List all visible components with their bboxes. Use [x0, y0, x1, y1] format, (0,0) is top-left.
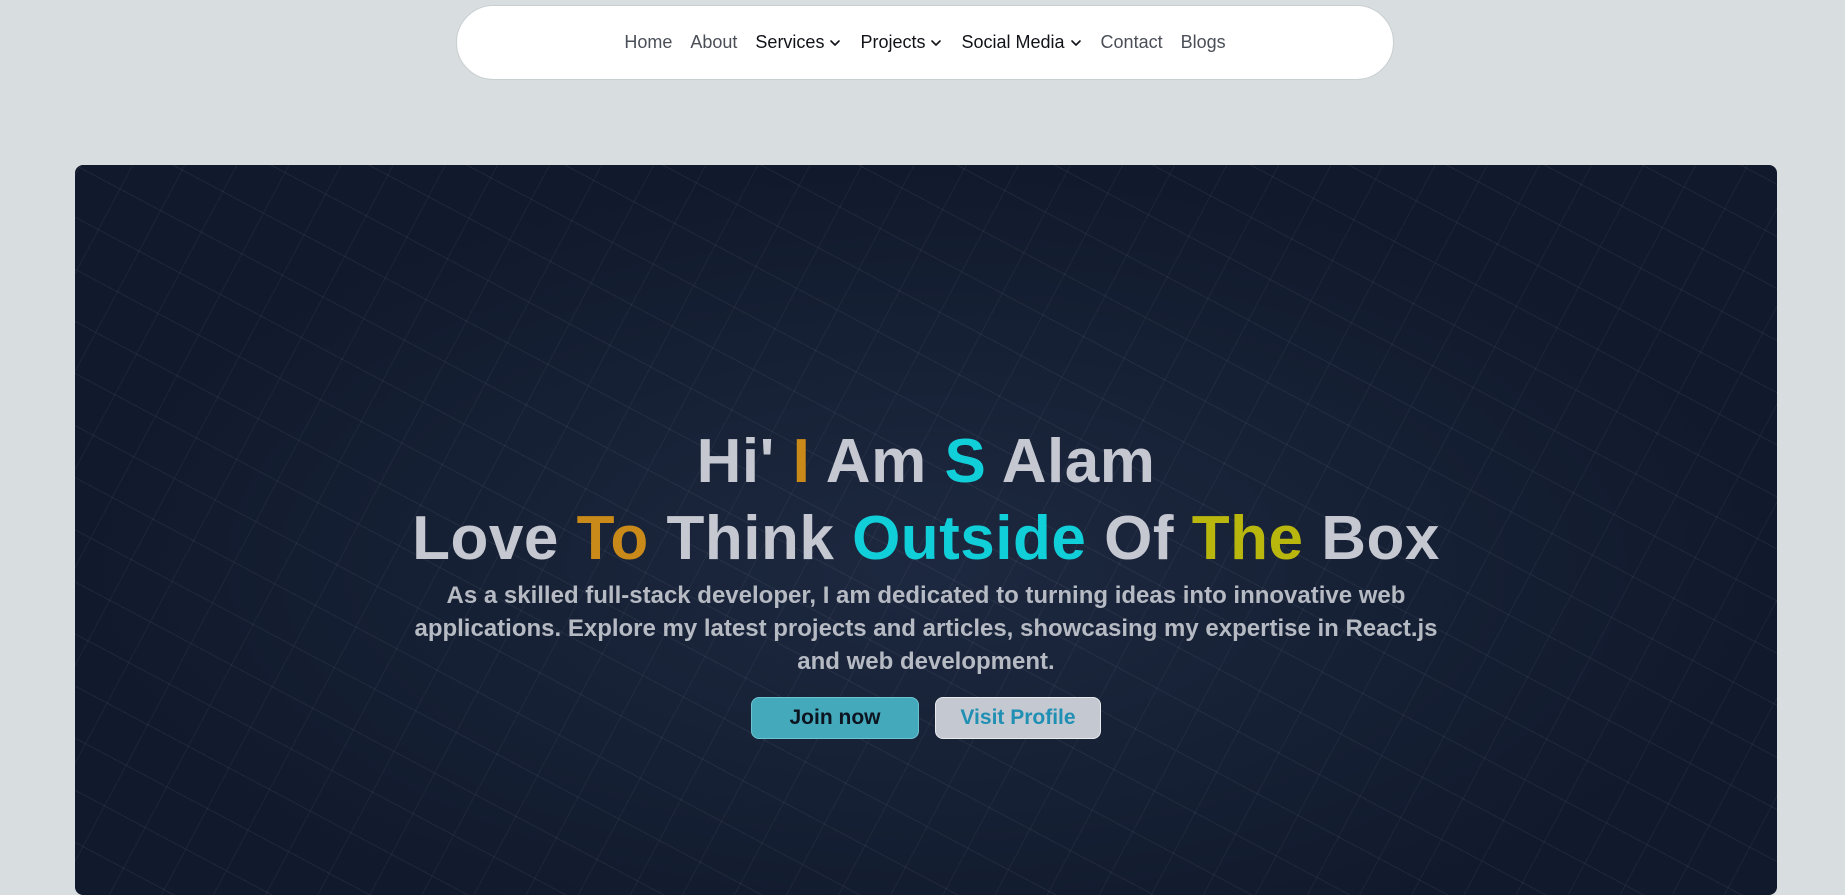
chevron-down-icon: [830, 39, 841, 46]
nav-blogs-label: Blogs: [1180, 32, 1226, 52]
nav-contact-link[interactable]: Contact: [1101, 32, 1163, 53]
nav-projects-label: Projects: [860, 32, 926, 52]
nav-services-label: Services: [755, 32, 825, 52]
headline-word-accent: I: [792, 426, 811, 496]
headline-word: Think: [666, 503, 835, 573]
hero-headline-line2: Love To Think Outside Of The Box: [75, 499, 1777, 579]
nav-social-media-label: Social Media: [961, 32, 1065, 52]
headline-word-accent: The: [1191, 503, 1304, 573]
nav-projects-dropdown[interactable]: Projects: [860, 32, 943, 53]
nav-blogs-link[interactable]: Blogs: [1181, 32, 1226, 53]
nav-home-label: Home: [624, 32, 673, 52]
headline-word: Hi': [696, 426, 775, 496]
hero-description: As a skilled full-stack developer, I am …: [414, 582, 1438, 675]
nav-about-label: About: [690, 32, 738, 52]
nav-services-dropdown[interactable]: Services: [755, 32, 842, 53]
headline-word: Of: [1104, 503, 1174, 573]
top-navbar: Home About Services Projects Social Medi…: [456, 5, 1394, 80]
chevron-down-icon: [931, 39, 942, 46]
chevron-down-icon: [1070, 39, 1081, 46]
hero-headline-line1: Hi' I Am S Alam: [75, 422, 1777, 502]
headline-word: Alam: [1001, 426, 1156, 496]
hero-section: Hi' I Am S Alam Love To Think Outside Of…: [75, 165, 1777, 895]
hero-actions: Join now Visit Profile: [75, 697, 1777, 739]
headline-word-accent: S: [944, 426, 987, 496]
visit-profile-button[interactable]: Visit Profile: [935, 697, 1101, 739]
nav-contact-label: Contact: [1100, 32, 1163, 52]
headline-word: Box: [1321, 503, 1440, 573]
nav-social-media-dropdown[interactable]: Social Media: [961, 32, 1082, 53]
nav-about-link[interactable]: About: [690, 32, 737, 53]
headline-word-accent: Outside: [852, 503, 1087, 573]
nav-home-link[interactable]: Home: [624, 32, 672, 53]
headline-word: Love: [412, 503, 559, 573]
headline-word: Am: [825, 426, 927, 496]
join-now-button[interactable]: Join now: [751, 697, 919, 739]
headline-word-accent: To: [576, 503, 649, 573]
